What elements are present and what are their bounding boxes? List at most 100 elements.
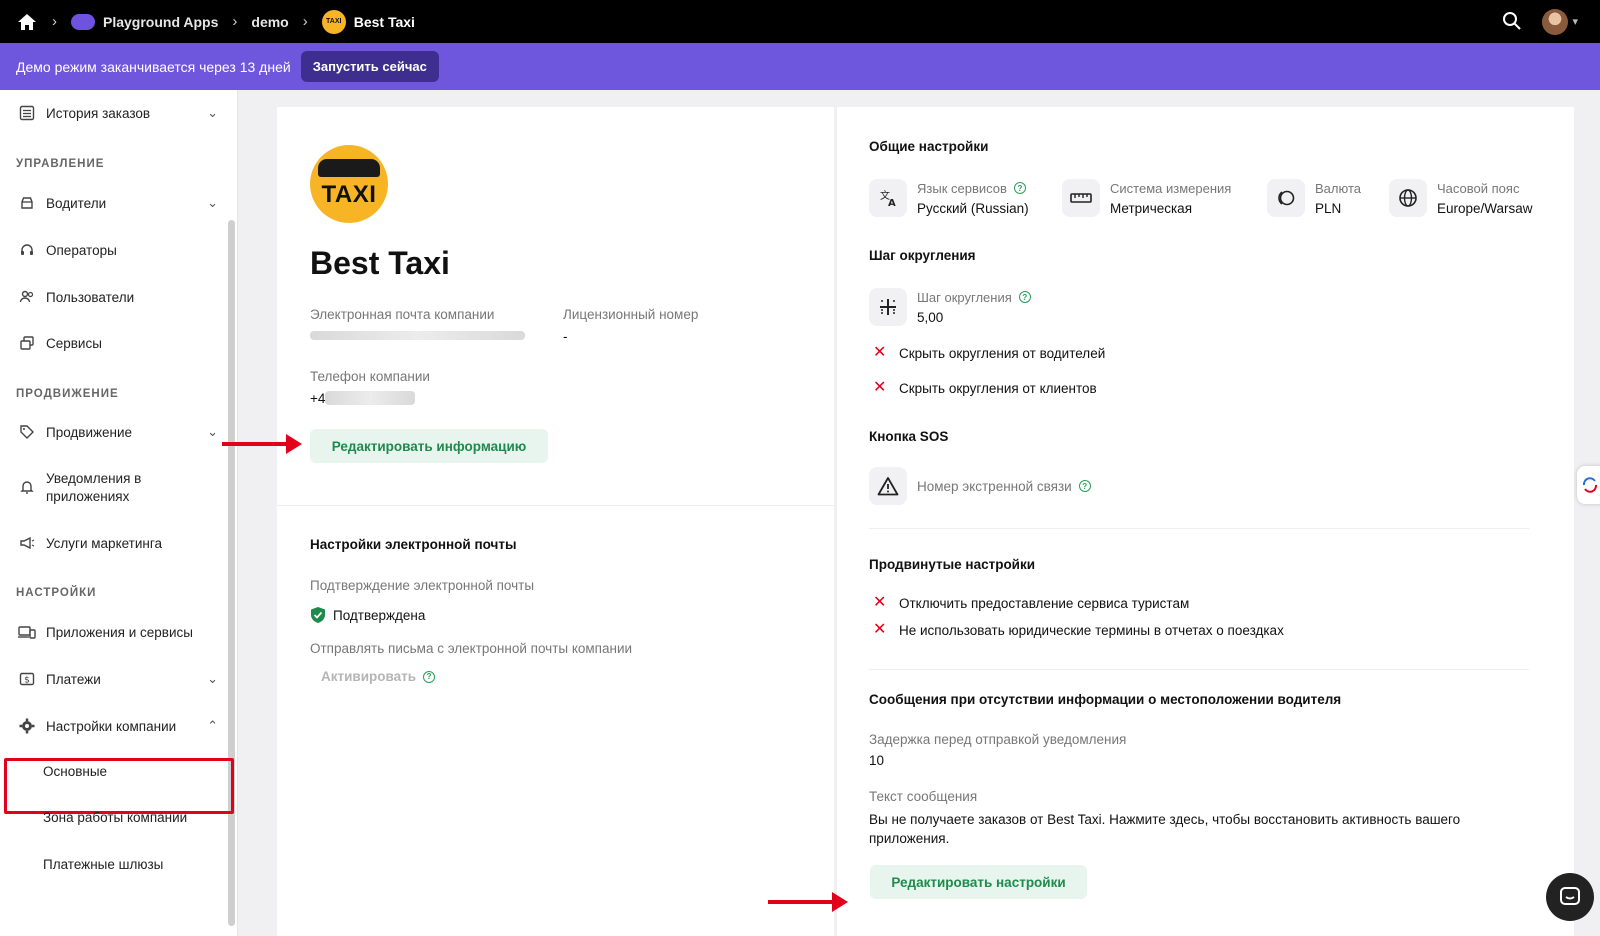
sidebar-scrollbar[interactable] [228,220,235,926]
bell-icon [18,478,36,496]
setting-currency: Валюта PLN [1267,179,1361,217]
sidebar-item-drivers[interactable]: Водители ⌄ [18,194,218,212]
sidebar-subitem-zone[interactable]: Зона работы компании [43,810,187,825]
search-icon[interactable] [1502,11,1524,33]
annotation-arrow [768,892,848,912]
message-label: Текст сообщения [869,789,978,804]
breadcrumb-label: demo [251,13,289,30]
top-bar: › Playground Apps › demo › TAXI Best Tax… [0,0,1600,43]
tag-icon [18,423,36,441]
demo-banner-text: Демо режим заканчивается через 13 дней [16,58,291,75]
ruler-icon [1062,179,1100,217]
sidebar-item-label: Пользователи [46,289,135,305]
license-value: - [563,329,568,344]
sidebar-item-operators[interactable]: Операторы [18,241,218,259]
grid-dots-icon [869,288,907,326]
help-icon[interactable]: ? [1078,480,1091,492]
sidebar-item-promotion[interactable]: Продвижение ⌄ [18,423,218,441]
translate-icon: 文A [869,179,907,217]
card-divider [277,505,834,506]
help-icon[interactable]: ? [1018,291,1031,303]
sidebar: История заказов ⌄ УПРАВЛЕНИЕ Водители ⌄ … [0,90,238,936]
breadcrumb-demo[interactable]: demo [251,14,288,30]
no-legal-terms: ✕ Не использовать юридические термины в … [873,622,1284,638]
breadcrumb-best-taxi[interactable]: TAXI Best Taxi [321,9,415,34]
avatar[interactable] [1542,8,1569,35]
sidebar-item-notifications[interactable]: Уведомления в приложениях [18,470,218,506]
phone-value: +4 [310,391,326,406]
dollar-icon: $ [18,670,36,688]
sidebar-item-services[interactable]: Сервисы [18,334,218,352]
notifications-line-2: приложениях [46,489,130,504]
home-icon[interactable] [16,11,38,33]
chevron-down-icon[interactable]: ▾ [1572,15,1578,28]
rounding-label: Шаг округления [917,289,1012,305]
chat-icon[interactable] [1546,873,1594,921]
chevron-right-icon: › [302,13,308,30]
setting-rounding: Шаг округления? 5,00 [869,288,1031,326]
sidebar-item-label: Продвижение [46,424,133,440]
breadcrumb-label: Playground Apps [103,13,219,30]
hide-rounding-drivers: ✕ Скрыть округления от водителей [873,345,1105,361]
sidebar-item-label: Операторы [46,242,117,258]
message-line-1: Вы не получаете заказов от Best Taxi. На… [869,812,1461,827]
breadcrumb-playground-apps[interactable]: Playground Apps [71,13,219,30]
chevron-down-icon: ⌄ [207,195,218,210]
demo-banner: Демо режим заканчивается через 13 дней З… [0,43,1600,90]
breadcrumb-label: Best Taxi [353,13,415,30]
timezone-label: Часовой пояс [1437,180,1520,196]
chevron-right-icon: › [52,13,57,30]
sidebar-item-label: Уведомления в приложениях [46,470,141,506]
measure-label: Система измерения [1110,180,1232,196]
sidebar-item-label: Настройки компании [46,718,177,734]
taxi-mini-text: TAXI [326,18,342,25]
sidebar-item-marketing[interactable]: Услуги маркетинга [18,534,218,552]
measure-value: Метрическая [1110,200,1193,216]
sync-widget-icon[interactable] [1577,466,1600,504]
devices-icon [18,623,36,641]
phone-label: Телефон компании [310,369,430,384]
company-name: Best Taxi [310,245,450,281]
section-divider [869,528,1529,529]
activate-button[interactable]: Активировать ? [321,669,436,684]
rounding-title: Шаг округления [869,248,976,263]
email-confirmed-text: Подтверждена [333,607,426,623]
sidebar-item-apps-services[interactable]: Приложения и сервисы [18,623,218,641]
headset-icon [18,241,36,259]
sidebar-item-label: История заказов [46,105,151,121]
section-title-promotion: ПРОДВИЖЕНИЕ [16,388,119,400]
shield-check-icon [310,606,326,624]
taxi-car-icon [318,159,380,177]
sidebar-item-users[interactable]: Пользователи [18,288,218,306]
email-settings-title: Настройки электронной почты [310,537,517,552]
sidebar-item-order-history[interactable]: История заказов ⌄ [18,104,218,122]
delay-value: 10 [869,753,885,768]
hide-clients-text: Скрыть округления от клиентов [899,380,1097,396]
gear-icon [18,717,36,735]
sidebar-item-payments[interactable]: $ Платежи ⌄ [18,670,218,688]
playground-apps-logo-icon [71,13,95,30]
car-icon [18,194,36,212]
no-legal-text: Не использовать юридические термины в от… [899,622,1284,638]
svg-text:A: A [888,198,896,208]
launch-now-button[interactable]: Запустить сейчас [300,51,439,82]
sidebar-subitem-gateways[interactable]: Платежные шлюзы [43,857,163,872]
sidebar-item-label: Сервисы [46,335,102,351]
edit-info-button[interactable]: Редактировать информацию [310,429,548,463]
sos-title: Кнопка SOS [869,429,949,444]
company-info-card: TAXI Best Taxi Электронная почта компани… [277,107,834,936]
section-divider [869,669,1529,670]
help-icon[interactable]: ? [423,670,436,683]
edit-settings-button[interactable]: Редактировать настройки [870,865,1087,899]
section-title-settings: НАСТРОЙКИ [16,587,97,599]
license-label: Лицензионный номер [563,307,699,322]
message-value: Вы не получаете заказов от Best Taxi. На… [869,810,1529,848]
sidebar-item-label: Приложения и сервисы [46,624,193,640]
sidebar-item-company-settings[interactable]: Настройки компании ⌃ [18,717,218,735]
globe-icon [1389,179,1427,217]
chevron-up-icon: ⌃ [207,718,218,733]
timezone-value: Europe/Warsaw [1437,200,1533,216]
notifications-line-1: Уведомления в [46,471,142,486]
currency-value: PLN [1315,200,1342,216]
help-icon[interactable]: ? [1013,182,1026,194]
